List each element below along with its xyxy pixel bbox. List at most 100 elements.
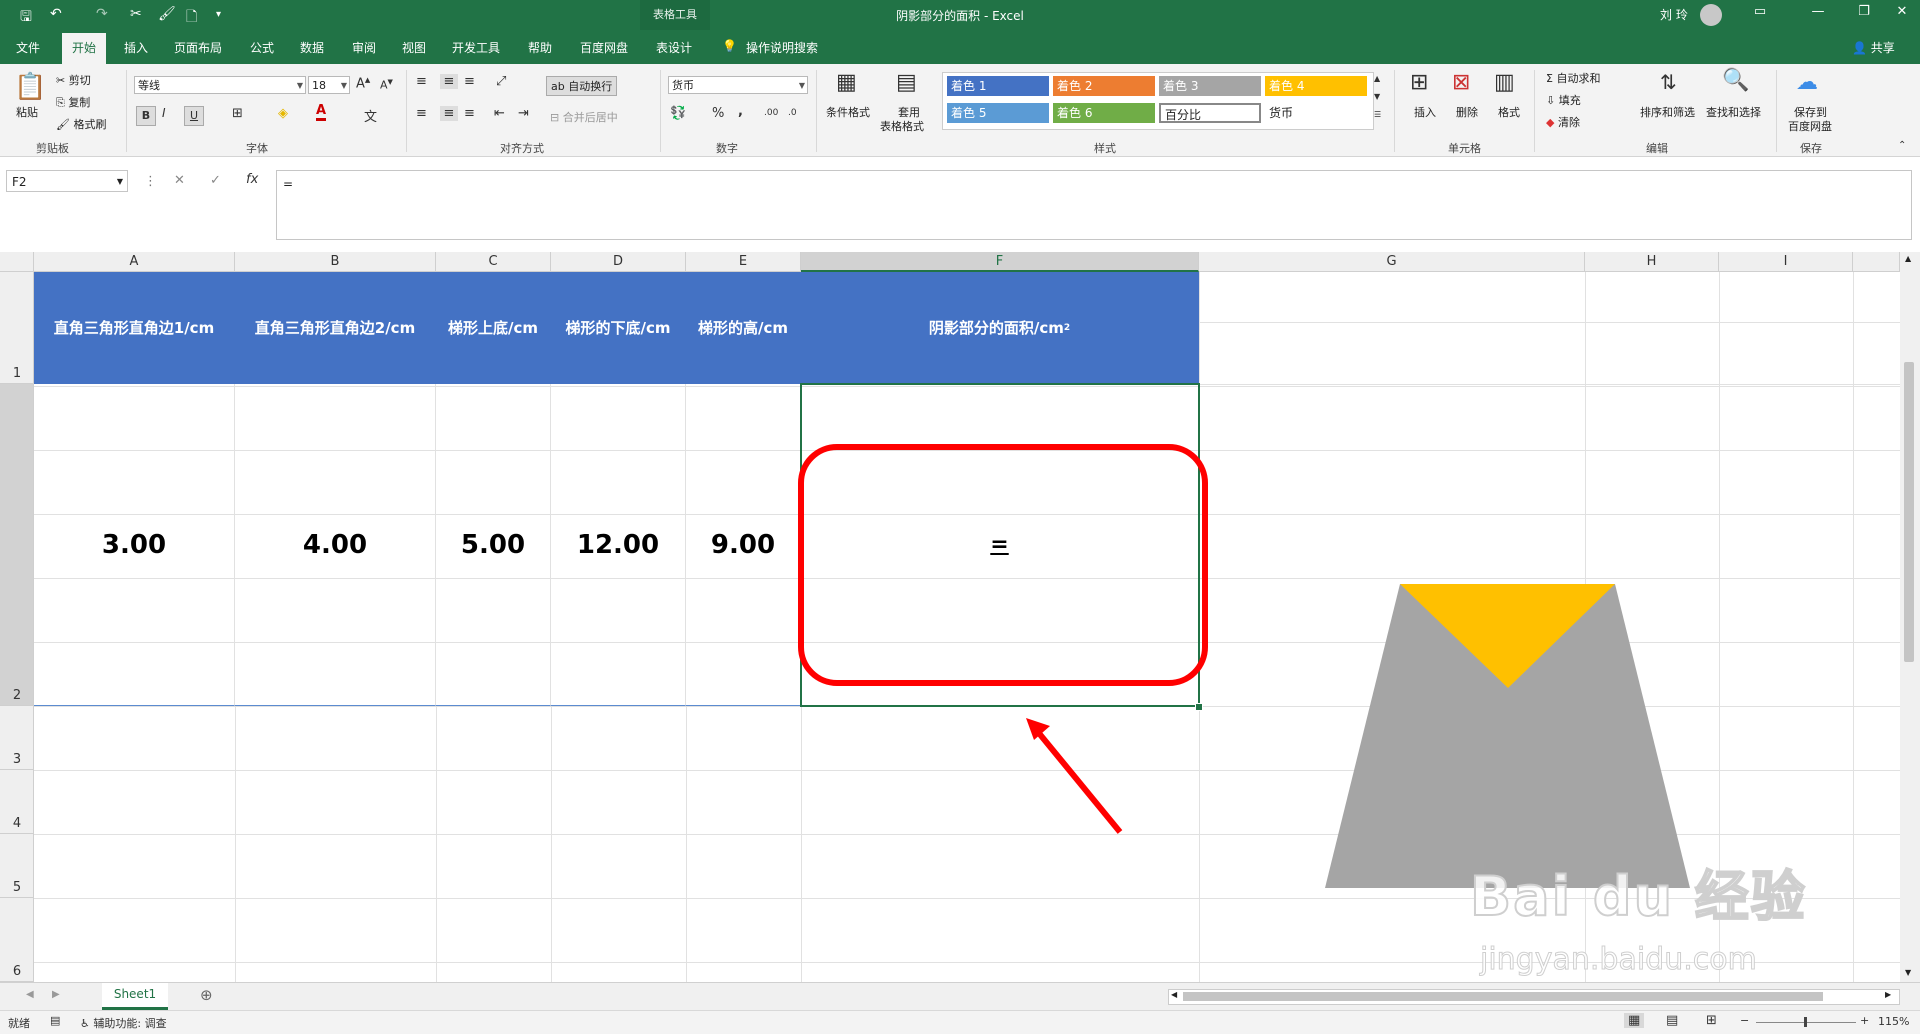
insert-cells-button[interactable]: 插入 [1414, 104, 1436, 120]
minimize-icon[interactable]: — [1800, 4, 1836, 19]
style-accent-6[interactable]: 着色 6 [1053, 103, 1155, 123]
share-button[interactable]: 👤 共享 [1852, 39, 1895, 56]
save-to-label-2[interactable]: 百度网盘 [1788, 118, 1832, 134]
restore-icon[interactable]: ❐ [1846, 4, 1882, 19]
format-cells-icon[interactable]: ▥ [1494, 70, 1515, 95]
scroll-left-icon[interactable]: ◀ [1171, 990, 1177, 999]
merge-center-button[interactable]: ⊟ 合并后居中 [550, 109, 618, 125]
style-accent-1[interactable]: 着色 1 [947, 76, 1049, 96]
zoom-level[interactable]: 115% [1878, 1015, 1909, 1028]
insert-cells-icon[interactable]: ⊞ [1410, 70, 1428, 95]
increase-font-icon[interactable]: A▲ [356, 76, 370, 91]
paste-button[interactable]: 粘贴 [16, 104, 38, 120]
fill-color-icon[interactable]: ◈ [278, 106, 288, 121]
tab-page-layout[interactable]: 页面布局 [174, 39, 222, 56]
tab-home[interactable]: 开始 [62, 33, 107, 65]
align-bottom-icon[interactable]: ≡ [464, 74, 475, 89]
page-layout-view-icon[interactable]: ▤ [1666, 1013, 1678, 1028]
tab-review[interactable]: 审阅 [352, 39, 376, 56]
style-percent[interactable]: 百分比 [1159, 103, 1261, 123]
copy-button[interactable]: ⎘ 复制 [56, 94, 90, 110]
conditional-format-button[interactable]: 条件格式 [826, 104, 870, 120]
zoom-in-icon[interactable]: + [1860, 1014, 1869, 1027]
tab-insert[interactable]: 插入 [124, 39, 148, 56]
clear-button[interactable]: ◆ 清除 [1546, 114, 1580, 130]
decrease-indent-icon[interactable]: ⇤ [494, 106, 505, 121]
add-sheet-icon[interactable]: ⊕ [200, 986, 213, 1004]
comma-button[interactable]: , [738, 104, 743, 119]
align-top-icon[interactable]: ≡ [416, 74, 427, 89]
align-middle-icon[interactable]: ≡ [440, 74, 458, 89]
scroll-thumb[interactable] [1904, 362, 1914, 662]
zoom-out-icon[interactable]: − [1740, 1014, 1749, 1027]
insert-function-icon[interactable]: fx [246, 172, 258, 187]
enter-icon[interactable]: ✓ [210, 173, 221, 188]
increase-indent-icon[interactable]: ⇥ [518, 106, 529, 121]
align-left-icon[interactable]: ≡ [416, 106, 427, 121]
font-size-select[interactable]: 18 ▼ [308, 76, 350, 94]
format-painter-button[interactable]: 🖌 格式刷 [56, 116, 106, 132]
borders-icon[interactable]: ⊞ [232, 106, 243, 121]
cancel-icon[interactable]: ✕ [174, 173, 185, 188]
orientation-icon[interactable]: ⤢ [496, 74, 506, 89]
sort-filter-icon[interactable]: ⇅ [1660, 70, 1677, 94]
style-currency[interactable]: 货币 [1265, 103, 1367, 123]
next-sheet-icon[interactable]: ▶ [52, 989, 60, 1000]
align-center-icon[interactable]: ≡ [440, 106, 458, 121]
italic-button[interactable]: I [162, 106, 166, 120]
user-name[interactable]: 刘 玲 [1660, 6, 1688, 23]
delete-cells-button[interactable]: 删除 [1456, 104, 1478, 120]
table-format-label-2[interactable]: 表格格式 [880, 118, 924, 134]
tab-help[interactable]: 帮助 [528, 39, 552, 56]
font-name-select[interactable]: 等线 ▼ [134, 76, 306, 94]
tab-data[interactable]: 数据 [300, 39, 324, 56]
autosum-button[interactable]: Σ 自动求和 [1546, 70, 1600, 86]
number-format-select[interactable]: 货币 ▼ [668, 76, 808, 94]
tab-view[interactable]: 视图 [402, 39, 426, 56]
paste-icon[interactable]: 📋 [14, 72, 46, 102]
find-select-button[interactable]: 查找和选择 [1706, 104, 1761, 120]
decrease-font-icon[interactable]: A▼ [380, 78, 393, 92]
style-accent-3[interactable]: 着色 3 [1159, 76, 1261, 96]
align-right-icon[interactable]: ≡ [464, 106, 475, 121]
prev-sheet-icon[interactable]: ◀ [26, 989, 34, 1000]
collapse-ribbon-icon[interactable]: ⌃ [1898, 140, 1906, 151]
close-icon[interactable]: ✕ [1884, 4, 1920, 19]
normal-view-icon[interactable]: ▦ [1624, 1013, 1645, 1028]
zoom-slider-handle[interactable] [1804, 1017, 1807, 1027]
gallery-more-icon[interactable]: ☰ [1374, 110, 1381, 119]
cut-button[interactable]: ✂ 剪切 [56, 72, 91, 88]
find-select-icon[interactable]: 🔍 [1722, 68, 1749, 93]
page-break-view-icon[interactable]: ⊞ [1706, 1013, 1717, 1028]
wrap-text-button[interactable]: ab 自动换行 [546, 76, 618, 96]
accessibility-status[interactable]: ♿ 辅助功能: 调查 [80, 1015, 167, 1031]
tab-developer[interactable]: 开发工具 [452, 39, 500, 56]
table-format-icon[interactable]: ▤ [896, 70, 917, 95]
format-cells-button[interactable]: 格式 [1498, 104, 1520, 120]
tab-baidu-netdisk[interactable]: 百度网盘 [580, 39, 628, 56]
tab-table-design[interactable]: 表设计 [656, 39, 692, 56]
horizontal-scroll-thumb[interactable] [1183, 992, 1823, 1001]
name-box[interactable]: F2 ▼ [6, 170, 128, 192]
scroll-right-icon[interactable]: ▶ [1885, 990, 1891, 999]
sort-filter-button[interactable]: 排序和筛选 [1640, 104, 1695, 120]
accounting-format-icon[interactable]: 💱 [670, 106, 686, 121]
conditional-format-icon[interactable]: ▦ [836, 70, 857, 95]
style-accent-4[interactable]: 着色 4 [1265, 76, 1367, 96]
decrease-decimal-icon[interactable]: .0 [788, 108, 797, 118]
tab-file[interactable]: 文件 [16, 39, 40, 56]
sheet-tab-sheet1[interactable]: Sheet1 [102, 983, 168, 1010]
gallery-scroll-down-icon[interactable]: ▼ [1374, 92, 1380, 101]
delete-cells-icon[interactable]: ⊠ [1452, 70, 1470, 95]
underline-button[interactable]: U [184, 106, 204, 126]
tell-me-search[interactable]: 操作说明搜索 [746, 39, 818, 56]
vertical-scrollbar[interactable]: ▲ ▼ [1900, 252, 1920, 982]
baidu-netdisk-icon[interactable]: ☁ [1796, 70, 1818, 95]
avatar[interactable] [1700, 4, 1722, 26]
increase-decimal-icon[interactable]: .00 [764, 108, 778, 118]
ribbon-display-icon[interactable]: ▭ [1742, 4, 1778, 19]
bold-button[interactable]: B [136, 106, 156, 126]
gallery-scroll-up-icon[interactable]: ▲ [1374, 74, 1380, 83]
macro-record-icon[interactable]: ▤ [50, 1014, 60, 1027]
fill-button[interactable]: ⇩ 填充 [1546, 92, 1581, 108]
